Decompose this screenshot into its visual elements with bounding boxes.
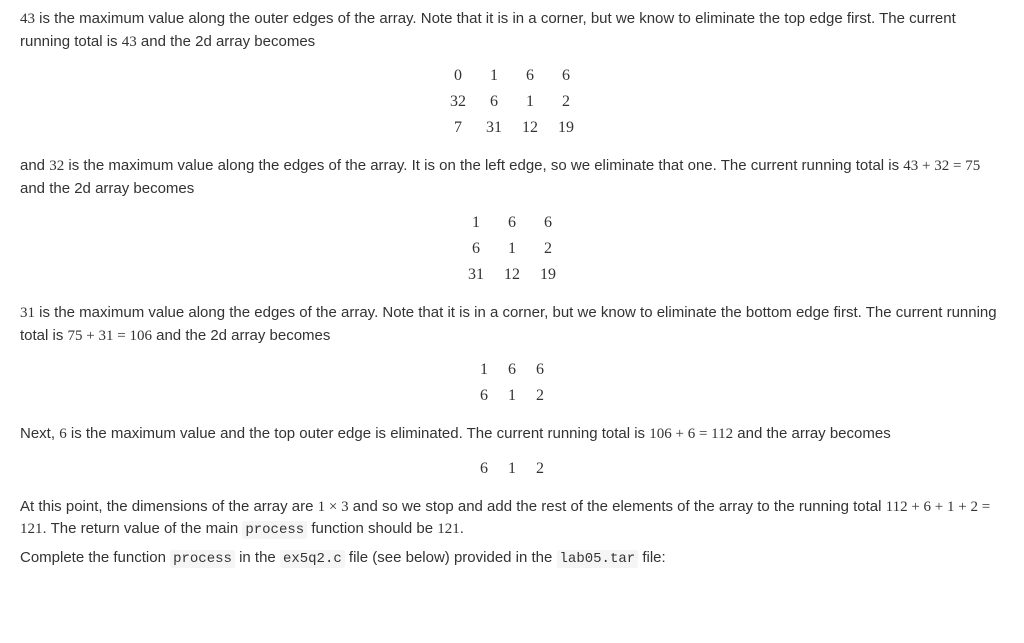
value-43b: 43: [122, 34, 137, 50]
expr-75: 43 + 32 = 75: [903, 158, 980, 174]
matrix-row: 166: [470, 357, 554, 383]
text: in the: [235, 549, 280, 566]
matrix-row: 612: [470, 383, 554, 409]
matrix-row: 311219: [458, 262, 566, 288]
matrix-cell: 6: [458, 236, 494, 262]
matrix-row: 612: [458, 236, 566, 262]
paragraph-5: At this point, the dimensions of the arr…: [20, 496, 1004, 542]
text: and: [20, 157, 49, 174]
matrix-cell: 31: [476, 115, 512, 141]
code-lab05: lab05.tar: [557, 550, 639, 568]
matrix-2: 166612311219: [458, 210, 566, 288]
code-process: process: [242, 521, 307, 539]
matrix-cell: 6: [470, 383, 498, 409]
text: is the maximum value and the top outer e…: [67, 425, 650, 442]
expr-112: 106 + 6 = 112: [649, 426, 733, 442]
code-ex5q2: ex5q2.c: [280, 550, 345, 568]
text: and so we stop and add the rest of the e…: [349, 498, 886, 515]
text: and the 2d array becomes: [20, 180, 194, 197]
text: and the 2d array becomes: [152, 327, 330, 344]
matrix-cell: 1: [476, 63, 512, 89]
code-process2: process: [170, 550, 235, 568]
matrix-4: 612: [470, 456, 554, 482]
dim-1x3: 1 × 3: [318, 499, 349, 515]
matrix-1: 0166326127311219: [440, 63, 584, 141]
matrix-cell: 6: [476, 89, 512, 115]
text: file (see below) provided in the: [345, 549, 557, 566]
matrix-cell: 12: [494, 262, 530, 288]
matrix-row: 32612: [440, 89, 584, 115]
value-6: 6: [59, 426, 67, 442]
matrix-cell: 7: [440, 115, 476, 141]
value-43: 43: [20, 11, 35, 27]
paragraph-3: 31 is the maximum value along the edges …: [20, 302, 1004, 347]
value-32: 32: [49, 158, 64, 174]
matrix-cell: 1: [470, 357, 498, 383]
matrix-cell: 19: [530, 262, 566, 288]
text: and the 2d array becomes: [137, 33, 315, 50]
text: At this point, the dimensions of the arr…: [20, 498, 318, 515]
matrix-row: 612: [470, 456, 554, 482]
matrix-cell: 1: [498, 456, 526, 482]
matrix-cell: 6: [526, 357, 554, 383]
expr-106: 75 + 31 = 106: [68, 328, 152, 344]
matrix-cell: 2: [526, 456, 554, 482]
matrix-cell: 2: [530, 236, 566, 262]
matrix-cell: 19: [548, 115, 584, 141]
matrix-cell: 6: [548, 63, 584, 89]
matrix-cell: 31: [458, 262, 494, 288]
paragraph-6: Complete the function process in the ex5…: [20, 547, 1004, 570]
matrix-row: 7311219: [440, 115, 584, 141]
value-121: 121: [437, 521, 460, 537]
matrix-cell: 6: [494, 210, 530, 236]
text: .: [460, 520, 464, 537]
matrix-cell: 1: [512, 89, 548, 115]
matrix-cell: 2: [548, 89, 584, 115]
paragraph-1: 43 is the maximum value along the outer …: [20, 8, 1004, 53]
text: function should be: [307, 520, 437, 537]
matrix-cell: 6: [530, 210, 566, 236]
paragraph-2: and 32 is the maximum value along the ed…: [20, 155, 1004, 200]
paragraph-4: Next, 6 is the maximum value and the top…: [20, 423, 1004, 446]
matrix-cell: 6: [498, 357, 526, 383]
text: . The return value of the main: [43, 520, 243, 537]
matrix-row: 0166: [440, 63, 584, 89]
value-31: 31: [20, 305, 35, 321]
text: Complete the function: [20, 549, 170, 566]
text: Next,: [20, 425, 59, 442]
matrix-cell: 12: [512, 115, 548, 141]
matrix-cell: 1: [458, 210, 494, 236]
matrix-cell: 1: [494, 236, 530, 262]
text: and the array becomes: [733, 425, 891, 442]
matrix-cell: 6: [470, 456, 498, 482]
matrix-cell: 0: [440, 63, 476, 89]
matrix-row: 166: [458, 210, 566, 236]
matrix-3: 166612: [470, 357, 554, 409]
matrix-cell: 6: [512, 63, 548, 89]
matrix-cell: 2: [526, 383, 554, 409]
matrix-cell: 1: [498, 383, 526, 409]
matrix-cell: 32: [440, 89, 476, 115]
text: file:: [638, 549, 666, 566]
text: is the maximum value along the edges of …: [64, 157, 903, 174]
